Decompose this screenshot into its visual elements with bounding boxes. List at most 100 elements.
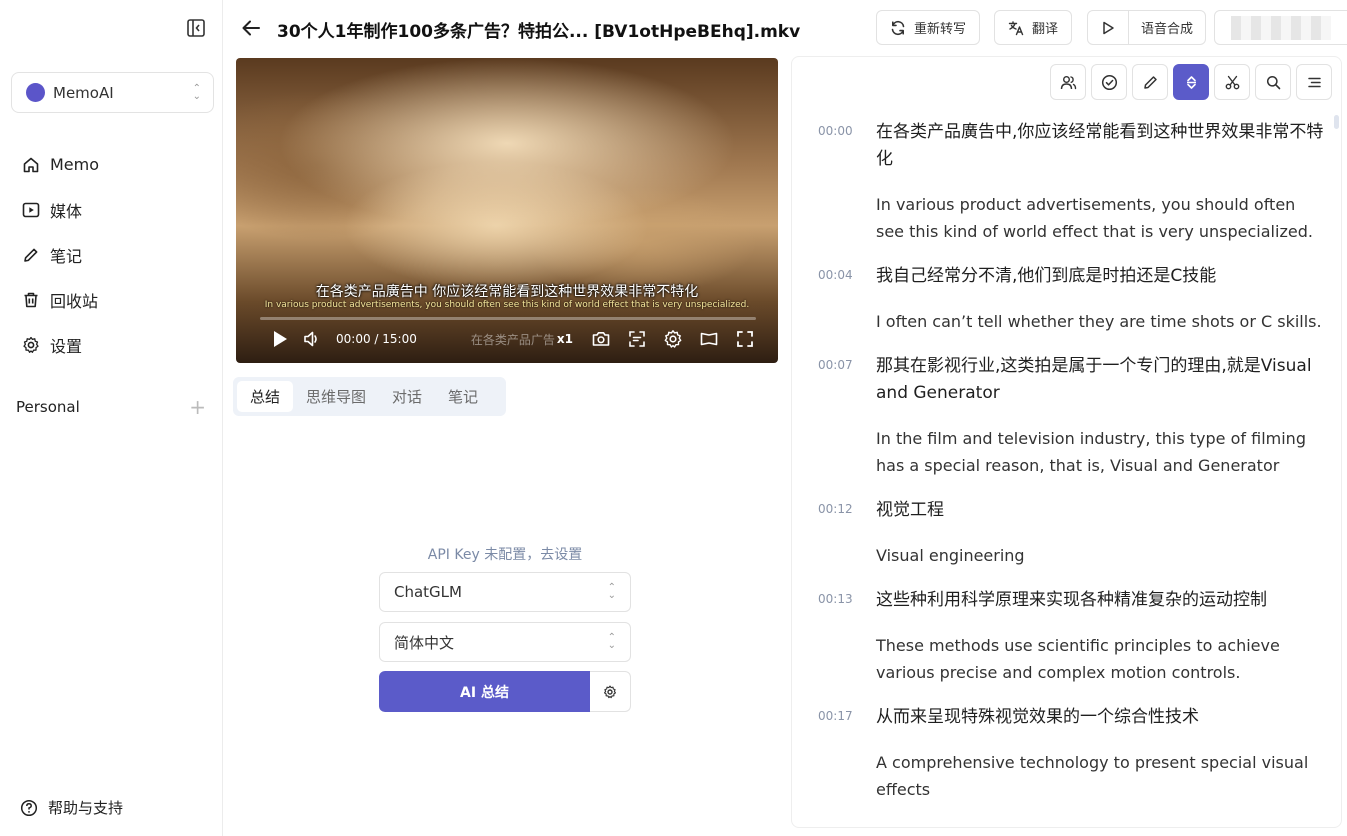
segment-timestamp[interactable]: 00:04	[818, 263, 876, 335]
transcript-segment: 00:00 在各类产品廣告中,你应该经常能看到这种世界效果非常不特化 In va…	[818, 119, 1328, 245]
transcript-segment: 00:04 我自己经常分不清,他们到底是时拍还是C技能 I often can’…	[818, 263, 1328, 335]
segment-text-en[interactable]: These methods use scientific principles …	[876, 632, 1328, 686]
content-tabs: 总结 思维导图 对话 笔记	[233, 377, 506, 416]
help-support-link[interactable]: 帮助与支持	[20, 797, 123, 818]
speakers-icon[interactable]	[1050, 64, 1086, 100]
personal-label: Personal	[16, 398, 80, 416]
ai-settings-button[interactable]	[590, 671, 631, 712]
personal-section-header: Personal +	[16, 397, 206, 417]
sidebar-collapse-icon[interactable]	[186, 18, 206, 38]
page-title: 30个人1年制作100多条广告？特拍公... [BV1otHpeBEhq].mk…	[277, 22, 801, 42]
play-icon	[1103, 21, 1114, 34]
translate-icon	[1008, 20, 1024, 35]
sidebar-item-memo[interactable]: Memo	[22, 142, 202, 187]
retranscribe-button[interactable]: 重新转写	[876, 10, 981, 45]
transcript-segment: 00:13 这些种利用科学原理来实现各种精准复杂的运动控制 These meth…	[818, 587, 1328, 686]
api-key-notice-text: API Key 未配置，	[427, 547, 541, 563]
video-subtitle-cn: 在各类产品廣告中 你应该经常能看到这种世界效果非常不特化	[315, 284, 699, 300]
ai-summary-button[interactable]: AI 总结	[379, 671, 590, 712]
help-label: 帮助与支持	[48, 799, 124, 817]
segment-text-cn[interactable]: 从而来呈现特殊视觉效果的一个综合性技术	[876, 704, 1328, 731]
chevron-updown-icon: ⌃ ⌄	[607, 582, 616, 601]
segment-timestamp[interactable]: 00:12	[818, 497, 876, 569]
transcript-segment: 00:17 从而来呈现特殊视觉效果的一个综合性技术 A comprehensiv…	[818, 704, 1328, 803]
retranscribe-label: 重新转写	[914, 22, 967, 37]
scissors-icon[interactable]	[1214, 64, 1250, 100]
pencil-icon	[24, 248, 38, 262]
video-player[interactable]: 在各类产品廣告中 你应该经常能看到这种世界效果非常不特化 In various …	[236, 58, 778, 363]
segment-text-en[interactable]: Visual engineering	[876, 542, 1328, 569]
app-window: MemoAI ⌃ ⌄ Memo 媒体 笔记 回收站 设置 Personal + …	[0, 0, 1347, 836]
tab-mindmap[interactable]: 思维导图	[293, 381, 379, 412]
sidebar-item-settings[interactable]: 设置	[22, 322, 202, 367]
sort-icon[interactable]	[1173, 64, 1209, 100]
video-controls: 00:00 / 15:00 在各类产品广告 x1	[236, 324, 778, 354]
home-icon	[23, 157, 39, 172]
tab-notes[interactable]: 笔记	[435, 381, 491, 412]
check-circle-icon[interactable]	[1091, 64, 1127, 100]
segment-text-en[interactable]: In the film and television industry, thi…	[876, 425, 1328, 479]
help-circle-icon	[20, 799, 38, 816]
transcript-segment: 00:12 视觉工程 Visual engineering	[818, 497, 1328, 569]
sidebar-item-notes[interactable]: 笔记	[22, 232, 202, 277]
subtitle-scan-icon[interactable]	[627, 329, 647, 349]
video-subtitle-en: In various product advertisements, you s…	[264, 300, 750, 310]
gear-icon	[23, 336, 39, 353]
trash-icon	[24, 292, 38, 307]
tts-play-button[interactable]	[1088, 11, 1128, 44]
play-icon[interactable]	[270, 329, 290, 349]
menu-icon[interactable]	[1296, 64, 1332, 100]
video-progress-bar[interactable]	[260, 317, 756, 320]
transcript-segment: 00:07 那其在影视行业,这类拍是属于一个专门的理由,就是Visual and…	[818, 353, 1328, 479]
blurred-button[interactable]	[1214, 10, 1347, 45]
widescreen-icon[interactable]	[699, 329, 719, 349]
model-select[interactable]: ChatGLM ⌃ ⌄	[379, 572, 631, 612]
tab-summary[interactable]: 总结	[237, 381, 294, 412]
model-select-value: ChatGLM	[394, 583, 462, 601]
segment-text-cn[interactable]: 视觉工程	[876, 497, 1328, 524]
segment-text-cn[interactable]: 我自己经常分不清,他们到底是时拍还是C技能	[876, 263, 1328, 290]
video-settings-icon[interactable]	[663, 329, 683, 349]
volume-icon[interactable]	[302, 329, 322, 349]
segment-text-cn[interactable]: 这些种利用科学原理来实现各种精准复杂的运动控制	[876, 587, 1328, 614]
video-time: 00:00 / 15:00	[336, 332, 417, 346]
transcript-toolbar	[1050, 64, 1332, 100]
playback-speed[interactable]: x1	[557, 332, 573, 346]
api-key-notice: API Key 未配置，去设置	[379, 544, 631, 564]
segment-timestamp[interactable]: 00:00	[818, 119, 876, 245]
segment-timestamp[interactable]: 00:13	[818, 587, 876, 686]
chevron-updown-icon: ⌃ ⌄	[192, 82, 201, 102]
sidebar: MemoAI ⌃ ⌄ Memo 媒体 笔记 回收站 设置 Personal + …	[0, 0, 223, 836]
screenshot-icon[interactable]	[591, 329, 611, 349]
tab-chat[interactable]: 对话	[379, 381, 435, 412]
back-arrow-icon[interactable]	[240, 17, 262, 39]
go-settings-link[interactable]: 去设置	[540, 547, 582, 563]
segment-text-en[interactable]: A comprehensive technology to present sp…	[876, 749, 1328, 803]
pencil-icon[interactable]	[1132, 64, 1168, 100]
add-icon[interactable]: +	[189, 397, 206, 417]
workspace-name: MemoAI	[53, 83, 114, 102]
segment-text-cn[interactable]: 那其在影视行业,这类拍是属于一个专门的理由,就是Visual and Gener…	[876, 353, 1328, 407]
sidebar-item-label: 回收站	[50, 291, 99, 311]
tts-button[interactable]: 语音合成	[1128, 11, 1205, 44]
search-icon[interactable]	[1255, 64, 1291, 100]
transcript-panel: 00:00 在各类产品廣告中,你应该经常能看到这种世界效果非常不特化 In va…	[791, 56, 1342, 828]
segment-text-en[interactable]: I often can’t tell whether they are time…	[876, 308, 1328, 335]
segment-timestamp[interactable]: 00:07	[818, 353, 876, 479]
transcript-scrollbar[interactable]	[1334, 115, 1339, 129]
translate-button[interactable]: 翻译	[994, 10, 1073, 45]
segment-timestamp[interactable]: 00:17	[818, 704, 876, 803]
refresh-icon	[891, 20, 905, 35]
play-square-icon	[22, 202, 40, 217]
segment-text-cn[interactable]: 在各类产品廣告中,你应该经常能看到这种世界效果非常不特化	[876, 119, 1328, 173]
sidebar-item-trash[interactable]: 回收站	[22, 277, 202, 322]
sidebar-item-media[interactable]: 媒体	[22, 187, 202, 232]
workspace-switcher[interactable]: MemoAI ⌃ ⌄	[11, 72, 214, 113]
language-select[interactable]: 简体中文 ⌃ ⌄	[379, 622, 631, 662]
workspace-avatar	[26, 83, 45, 102]
translate-label: 翻译	[1032, 22, 1059, 37]
segment-text-en[interactable]: In various product advertisements, you s…	[876, 191, 1328, 245]
gear-icon	[604, 685, 616, 698]
fullscreen-icon[interactable]	[735, 329, 755, 349]
sidebar-nav: Memo 媒体 笔记 回收站 设置	[22, 142, 202, 367]
